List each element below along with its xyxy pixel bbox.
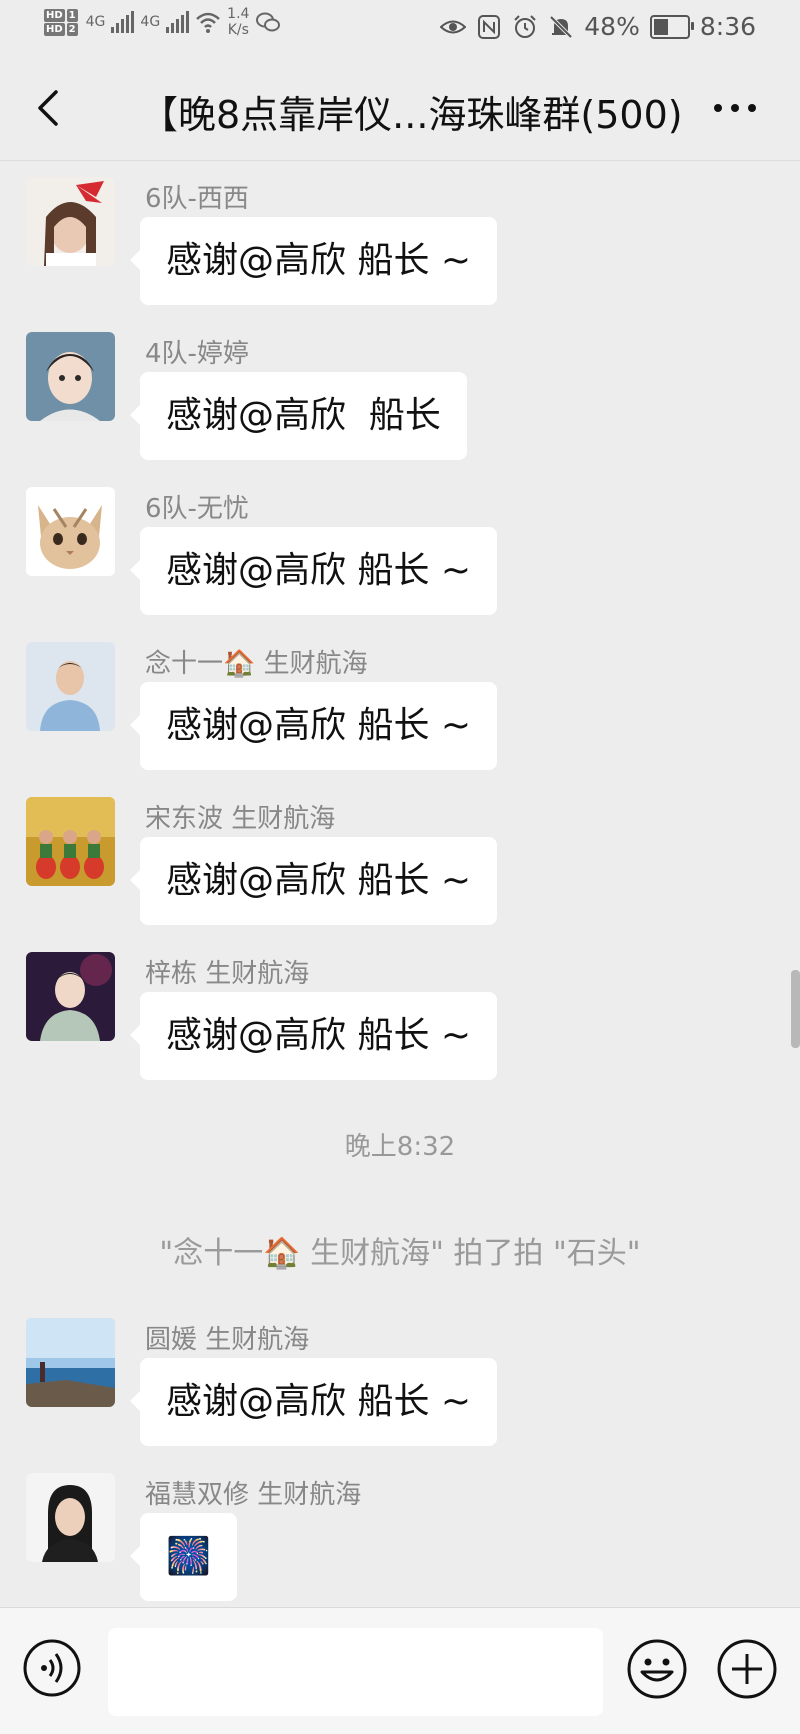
sender-name: 念十一🏠 生财航海 xyxy=(145,649,368,679)
voice-icon[interactable] xyxy=(22,1638,82,1698)
sender-name: 宋东波 生财航海 xyxy=(145,804,336,834)
avatar[interactable] xyxy=(26,1318,115,1407)
hd-indicator: HD 1 HD 2 xyxy=(44,8,80,36)
signal-2-icon xyxy=(166,11,190,33)
alarm-icon xyxy=(514,14,536,38)
message-bubble[interactable]: 感谢@高欣 船长 ~ xyxy=(129,682,498,770)
sender-name: 4队-婷婷 xyxy=(145,339,249,369)
network-speed: 1.4 K/s xyxy=(227,6,249,38)
message-list[interactable]: 6队-西西 感谢@高欣 船长 ~ 4队-婷婷 感谢@高欣 船长 6队-无忧 感谢… xyxy=(0,160,800,1606)
chat-timestamp: 晚上8:32 xyxy=(344,1132,456,1162)
scrollbar-thumb[interactable] xyxy=(791,970,800,1048)
emoji-icon[interactable] xyxy=(626,1638,688,1700)
more-dots-icon[interactable] xyxy=(710,90,760,126)
plus-icon[interactable] xyxy=(716,1638,778,1700)
hd1-label: HD xyxy=(44,9,65,22)
message-bubble[interactable]: 感谢@高欣 船长 ~ xyxy=(129,1358,498,1446)
hd2-label: HD xyxy=(44,23,65,36)
avatar[interactable] xyxy=(26,332,115,421)
message-bubble[interactable]: 感谢@高欣 船长 ~ xyxy=(129,837,498,925)
hd2-num: 2 xyxy=(66,23,78,36)
chat-header: 【晚8点靠岸仪...海珠峰群(500) xyxy=(0,56,800,161)
avatar[interactable] xyxy=(26,1473,115,1562)
wechat-icon xyxy=(256,12,281,32)
system-notice: "念十一🏠 生财航海" 拍了拍 "石头" xyxy=(159,1236,641,1271)
speed-value: 1.4 xyxy=(227,6,250,22)
avatar[interactable] xyxy=(26,952,115,1041)
status-left: HD 1 HD 2 4G 4G 1.4 K/s xyxy=(44,6,281,38)
avatar[interactable] xyxy=(26,177,115,266)
sender-name: 6队-无忧 xyxy=(145,494,249,524)
sender-name: 福慧双修 生财航海 xyxy=(145,1480,362,1510)
mute-bell-icon xyxy=(549,15,573,38)
sender-name: 6队-西西 xyxy=(145,184,249,214)
back-arrow-icon[interactable] xyxy=(28,86,68,130)
network-type-2: 4G xyxy=(140,14,161,30)
sender-name: 圆媛 生财航海 xyxy=(145,1325,310,1355)
chat-title[interactable]: 【晚8点靠岸仪...海珠峰群(500) xyxy=(140,84,683,139)
avatar[interactable] xyxy=(26,487,115,576)
message-bubble[interactable]: 感谢@高欣 船长 xyxy=(130,372,467,460)
signal-1-icon xyxy=(111,11,135,33)
message-bubble[interactable]: 感谢@高欣 船长 ~ xyxy=(129,527,498,615)
status-bar: HD 1 HD 2 4G 4G 1.4 K/s 48% 8:36 xyxy=(0,0,800,56)
clock: 8:36 xyxy=(699,12,756,41)
message-bubble[interactable]: 感谢@高欣 船长 ~ xyxy=(129,992,498,1080)
eye-icon xyxy=(440,20,467,33)
avatar[interactable] xyxy=(26,797,115,886)
wifi-icon xyxy=(196,12,221,33)
battery-percent: 48% xyxy=(584,12,640,41)
status-right: 48% 8:36 xyxy=(440,12,756,41)
network-type-1: 4G xyxy=(85,14,106,30)
message-bubble[interactable]: 感谢@高欣 船长 ~ xyxy=(129,217,498,305)
nfc-icon xyxy=(478,14,501,39)
speed-unit: K/s xyxy=(227,22,249,38)
hd1-num: 1 xyxy=(66,9,78,22)
input-bar xyxy=(0,1607,800,1734)
message-bubble[interactable]: 🎆 xyxy=(130,1513,237,1601)
avatar[interactable] xyxy=(26,642,115,731)
battery-fill xyxy=(653,18,669,35)
battery-icon xyxy=(649,14,694,39)
message-input[interactable] xyxy=(108,1628,603,1716)
sender-name: 梓栋 生财航海 xyxy=(145,959,310,989)
